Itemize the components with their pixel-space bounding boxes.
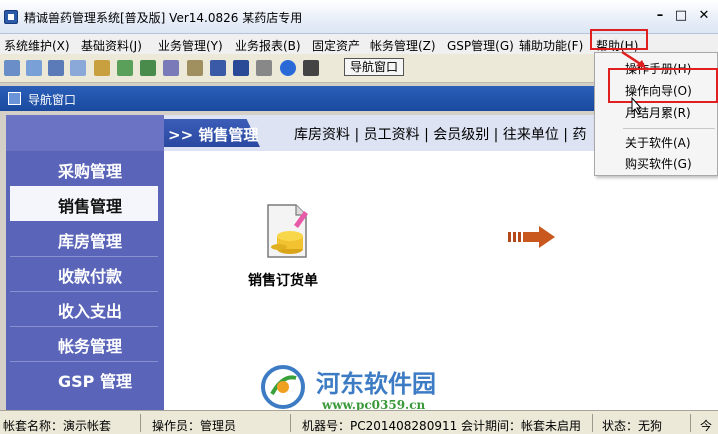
close-button[interactable]: ✕	[695, 8, 713, 24]
annotation-arrow-icon	[621, 50, 646, 68]
printer-icon[interactable]	[256, 60, 272, 76]
status-state: 状态：无狗	[602, 419, 663, 433]
status-bar: 帐套名称：演示帐套 操作员：管理员 机器号：PC201408280911 会计期…	[0, 410, 718, 434]
exit-icon[interactable]	[303, 60, 319, 76]
section-title: >> 销售管理	[168, 126, 259, 144]
window-icon	[8, 92, 21, 105]
copy-icon[interactable]	[48, 60, 64, 76]
save-icon[interactable]	[210, 60, 226, 76]
sidebar-item-label: 收入支出	[58, 302, 123, 321]
status-divider	[140, 414, 141, 432]
people-icon[interactable]	[140, 60, 156, 76]
sidebar-item-purchase[interactable]: 采购管理	[10, 151, 158, 186]
minimize-button[interactable]: –	[651, 8, 669, 24]
maximize-button[interactable]: □	[672, 8, 690, 24]
watermark-name: 河东软件园	[316, 369, 436, 398]
chart-icon[interactable]	[117, 60, 133, 76]
sidebar-item-label: 库房管理	[58, 232, 123, 251]
document-icon[interactable]	[70, 60, 86, 76]
menu-reports[interactable]: 业务报表(B)	[235, 37, 301, 54]
menu-system[interactable]: 系统维护(X)	[4, 37, 70, 54]
app-icon	[4, 10, 18, 24]
mouse-cursor-icon	[631, 97, 643, 115]
menu-item-buy[interactable]: 购买软件(G)	[625, 155, 692, 172]
menu-tools[interactable]: 辅助功能(F)	[519, 37, 583, 54]
wizard-highlight-box	[608, 68, 718, 103]
print-icon[interactable]	[187, 60, 203, 76]
sidebar-item-warehouse[interactable]: 库房管理	[10, 221, 158, 256]
status-divider	[690, 414, 691, 432]
status-divider	[290, 414, 291, 432]
flow-arrow-icon	[508, 226, 555, 248]
status-operator: 操作员：管理员	[152, 419, 237, 433]
window-title: 精诚兽药管理系统[普及版] Ver14.0826 某药店专用	[24, 11, 303, 25]
menu-fixed-assets[interactable]: 固定资产	[312, 37, 360, 54]
menu-accounts[interactable]: 帐务管理(Z)	[370, 37, 436, 54]
sidebar-item-sales[interactable]: 销售管理	[10, 186, 158, 221]
tools-icon[interactable]	[94, 60, 110, 76]
sales-order-icon[interactable]	[264, 203, 310, 259]
sidebar-item-accounts[interactable]: 帐务管理	[10, 326, 158, 361]
calculator-icon[interactable]	[26, 60, 42, 76]
sidebar-item-label: 采购管理	[58, 162, 123, 181]
sidebar-header	[6, 115, 164, 151]
nav-window-title: 导航窗口	[28, 93, 77, 107]
sidebar-item-payments[interactable]: 收款付款	[10, 256, 158, 291]
menu-business[interactable]: 业务管理(Y)	[158, 37, 223, 54]
sales-order-label[interactable]: 销售订货单	[248, 270, 318, 290]
status-machine: 机器号：PC201408280911 会计期间：帐套未启用	[302, 419, 582, 433]
nav-window-button[interactable]: 导航窗口	[344, 58, 404, 76]
sidebar-item-income[interactable]: 收入支出	[10, 291, 158, 326]
database-icon[interactable]	[163, 60, 179, 76]
menu-separator	[623, 128, 715, 129]
floppy-icon[interactable]	[233, 60, 249, 76]
sidebar-item-label: GSP 管理	[58, 372, 132, 391]
watermark-logo	[261, 365, 305, 409]
sidebar-item-label: 收款付款	[58, 267, 123, 286]
sidebar-item-label: 帐务管理	[58, 337, 123, 356]
status-more: 今	[700, 419, 713, 433]
menu-item-about[interactable]: 关于软件(A)	[625, 134, 691, 151]
status-divider	[592, 414, 593, 432]
sidebar-item-label: 销售管理	[58, 197, 123, 216]
sidebar-item-gsp[interactable]: GSP 管理	[10, 361, 158, 396]
help-icon[interactable]	[280, 60, 296, 76]
menu-basic-data[interactable]: 基础资料(J)	[81, 37, 142, 54]
grid-icon[interactable]	[4, 60, 20, 76]
menu-gsp[interactable]: GSP管理(G)	[447, 37, 514, 54]
help-menu-highlight	[590, 29, 648, 50]
status-account: 帐套名称：演示帐套	[3, 419, 112, 433]
header-links[interactable]: 库房资料 | 员工资料 | 会员级别 | 往来单位 | 药	[294, 124, 586, 144]
